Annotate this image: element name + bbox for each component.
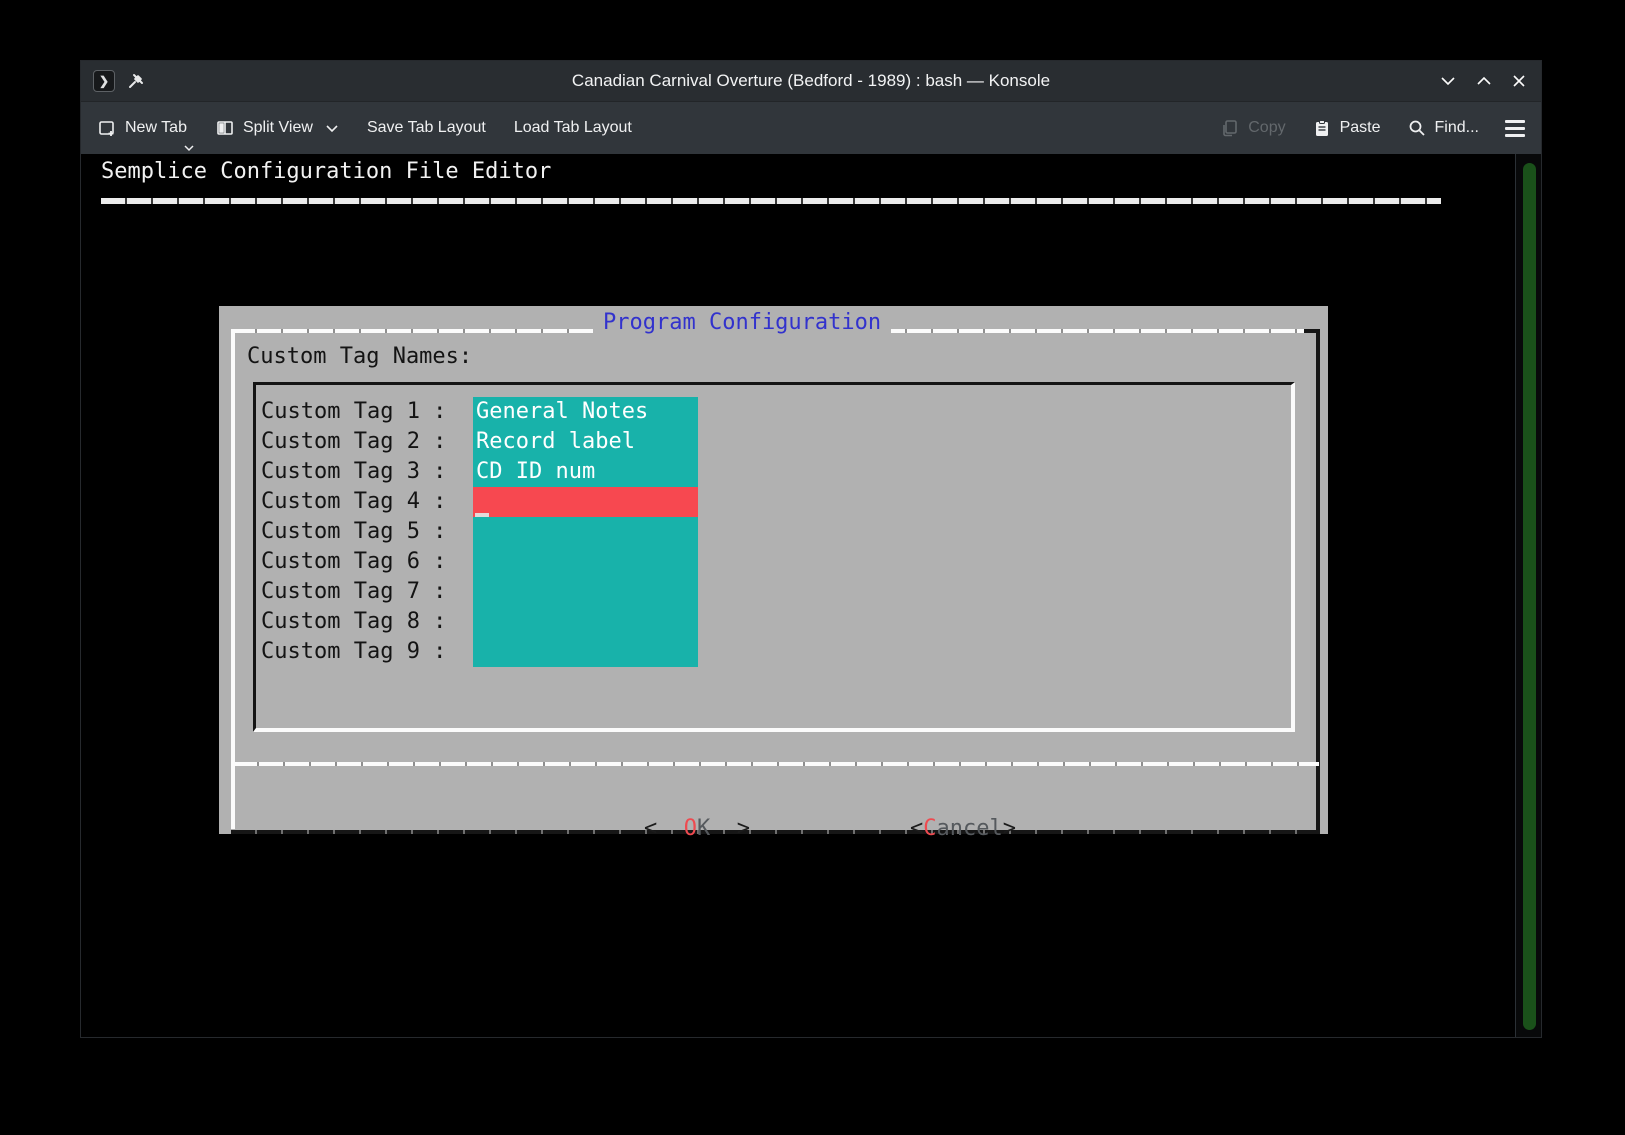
custom-tag-7-input[interactable] [473,577,698,607]
paste-icon [1312,118,1332,138]
ok-bracket-left: < [644,816,684,841]
load-tab-layout-button[interactable]: Load Tab Layout [514,119,632,137]
custom-tag-5-input[interactable] [473,517,698,547]
window-title: Canadian Carnival Overture (Bedford - 19… [81,71,1541,91]
copy-label: Copy [1248,119,1285,137]
copy-icon [1220,118,1240,138]
scrollbar-thumb[interactable] [1523,163,1536,1030]
field-label: Custom Tag 2 : [261,427,446,457]
split-view-button[interactable]: Split View [215,118,339,138]
button-separator [233,762,1319,766]
ok-bracket-right: > [710,816,750,841]
titlebar[interactable]: ❯ Canadian Carnival Overture (Bedford - … [81,61,1541,101]
custom-tag-2-input[interactable]: Record label [473,427,698,457]
menu-hamburger-icon[interactable] [1505,120,1525,137]
form-row: Custom Tag 9 : [261,637,1291,667]
ok-label-rest: K [697,816,710,841]
ok-button[interactable]: < OK > [538,784,750,874]
field-label: Custom Tag 6 : [261,547,446,577]
paste-label: Paste [1340,119,1381,137]
terminal-scrollbar[interactable] [1515,154,1541,1037]
pushpin-icon[interactable] [127,72,145,90]
custom-tag-9-input[interactable] [473,637,698,667]
save-tab-layout-label: Save Tab Layout [367,119,486,137]
form-row: Custom Tag 7 : [261,577,1291,607]
field-label: Custom Tag 1 : [261,397,446,427]
custom-tag-6-input[interactable] [473,547,698,577]
new-tab-chevron-down-icon[interactable] [183,144,195,152]
backtitle-underline [101,198,1441,204]
cancel-bracket-left: < [910,816,923,841]
custom-tag-4-input[interactable] [473,487,698,517]
form-row: Custom Tag 8 : [261,607,1291,637]
dialog-heading: Custom Tag Names: [247,342,472,372]
cancel-button[interactable]: <Cancel> [804,784,1016,874]
find-label: Find... [1435,119,1479,137]
ok-hotkey: O [684,816,697,841]
form-row: Custom Tag 4 : [261,487,1291,517]
dialog-right-border [1316,329,1320,834]
minimize-button[interactable] [1439,75,1457,87]
field-label: Custom Tag 4 : [261,487,446,517]
cancel-label-rest: ancel [936,816,1002,841]
maximize-button[interactable] [1475,75,1493,87]
backtitle: Semplice Configuration File Editor [101,159,551,184]
new-tab-button[interactable]: New Tab [97,118,187,138]
dialog-left-border [231,329,235,829]
form-row: Custom Tag 6 : [261,547,1291,577]
field-label: Custom Tag 3 : [261,457,446,487]
search-icon [1407,118,1427,138]
split-view-icon [215,118,235,138]
field-label: Custom Tag 7 : [261,577,446,607]
new-tab-icon [97,118,117,138]
dialog-title: Program Configuration [593,309,891,336]
field-label: Custom Tag 8 : [261,607,446,637]
form-row: Custom Tag 5 : [261,517,1291,547]
form-row: Custom Tag 1 : General Notes [261,397,1291,427]
custom-tag-8-input[interactable] [473,607,698,637]
toolbar: New Tab Split View [81,101,1541,154]
paste-button[interactable]: Paste [1312,118,1381,138]
copy-button[interactable]: Copy [1220,118,1285,138]
field-label: Custom Tag 9 : [261,637,446,667]
program-configuration-dialog: Program Configuration Custom Tag Names: … [219,306,1328,834]
field-label: Custom Tag 5 : [261,517,446,547]
cancel-bracket-right: > [1003,816,1016,841]
dialog-bottom-border [231,830,1320,834]
save-tab-layout-button[interactable]: Save Tab Layout [367,119,486,137]
new-tab-label: New Tab [125,119,187,137]
terminal-view[interactable]: Semplice Configuration File Editor Progr… [81,154,1541,1037]
load-tab-layout-label: Load Tab Layout [514,119,632,137]
form-row: Custom Tag 2 : Record label [261,427,1291,457]
konsole-app-icon[interactable]: ❯ [93,70,115,92]
custom-tag-1-input[interactable]: General Notes [473,397,698,427]
find-button[interactable]: Find... [1407,118,1479,138]
form-row: Custom Tag 3 : CD ID num [261,457,1291,487]
cancel-hotkey: C [923,816,936,841]
split-view-label: Split View [243,119,313,137]
close-button[interactable] [1511,73,1527,89]
split-view-chevron-down-icon [325,124,339,133]
custom-tag-3-input[interactable]: CD ID num [473,457,698,487]
konsole-window: ❯ Canadian Carnival Overture (Bedford - … [80,60,1542,1038]
form-rows: Custom Tag 1 : General Notes Custom Tag … [261,397,1291,667]
